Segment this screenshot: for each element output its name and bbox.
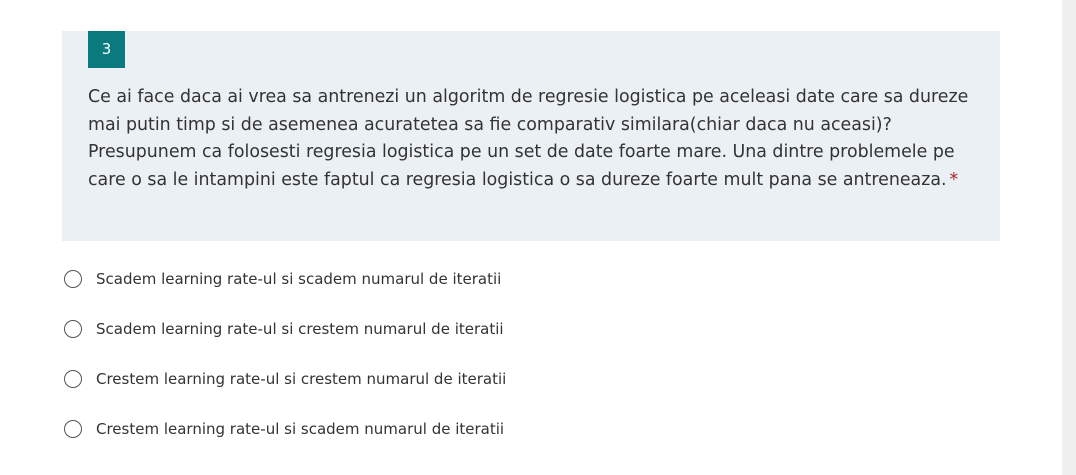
answer-option-label[interactable]: Crestem learning rate-ul si scadem numar…	[96, 420, 504, 438]
question-card: 3 Ce ai face daca ai vrea sa antrenezi u…	[62, 31, 1000, 241]
answer-option-4[interactable]: Crestem learning rate-ul si scadem numar…	[64, 416, 506, 441]
radio-button-icon[interactable]	[64, 369, 82, 388]
question-text: Ce ai face daca ai vrea sa antrenezi un …	[88, 87, 969, 190]
answer-option-label[interactable]: Crestem learning rate-ul si crestem numa…	[96, 370, 506, 388]
question-text-block: Ce ai face daca ai vrea sa antrenezi un …	[88, 84, 978, 194]
radio-button-icon[interactable]	[64, 319, 82, 338]
radio-button-icon[interactable]	[64, 419, 82, 438]
scrollbar-track[interactable]	[1062, 0, 1076, 475]
required-marker: *	[949, 169, 959, 190]
answer-option-1[interactable]: Scadem learning rate-ul si scadem numaru…	[64, 266, 506, 291]
answer-option-2[interactable]: Scadem learning rate-ul si crestem numar…	[64, 316, 506, 341]
answer-option-label[interactable]: Scadem learning rate-ul si crestem numar…	[96, 320, 504, 338]
answer-options-list: Scadem learning rate-ul si scadem numaru…	[64, 266, 506, 466]
answer-option-label[interactable]: Scadem learning rate-ul si scadem numaru…	[96, 270, 501, 288]
radio-button-icon[interactable]	[64, 269, 82, 288]
question-number-badge: 3	[88, 31, 125, 68]
answer-option-3[interactable]: Crestem learning rate-ul si crestem numa…	[64, 366, 506, 391]
